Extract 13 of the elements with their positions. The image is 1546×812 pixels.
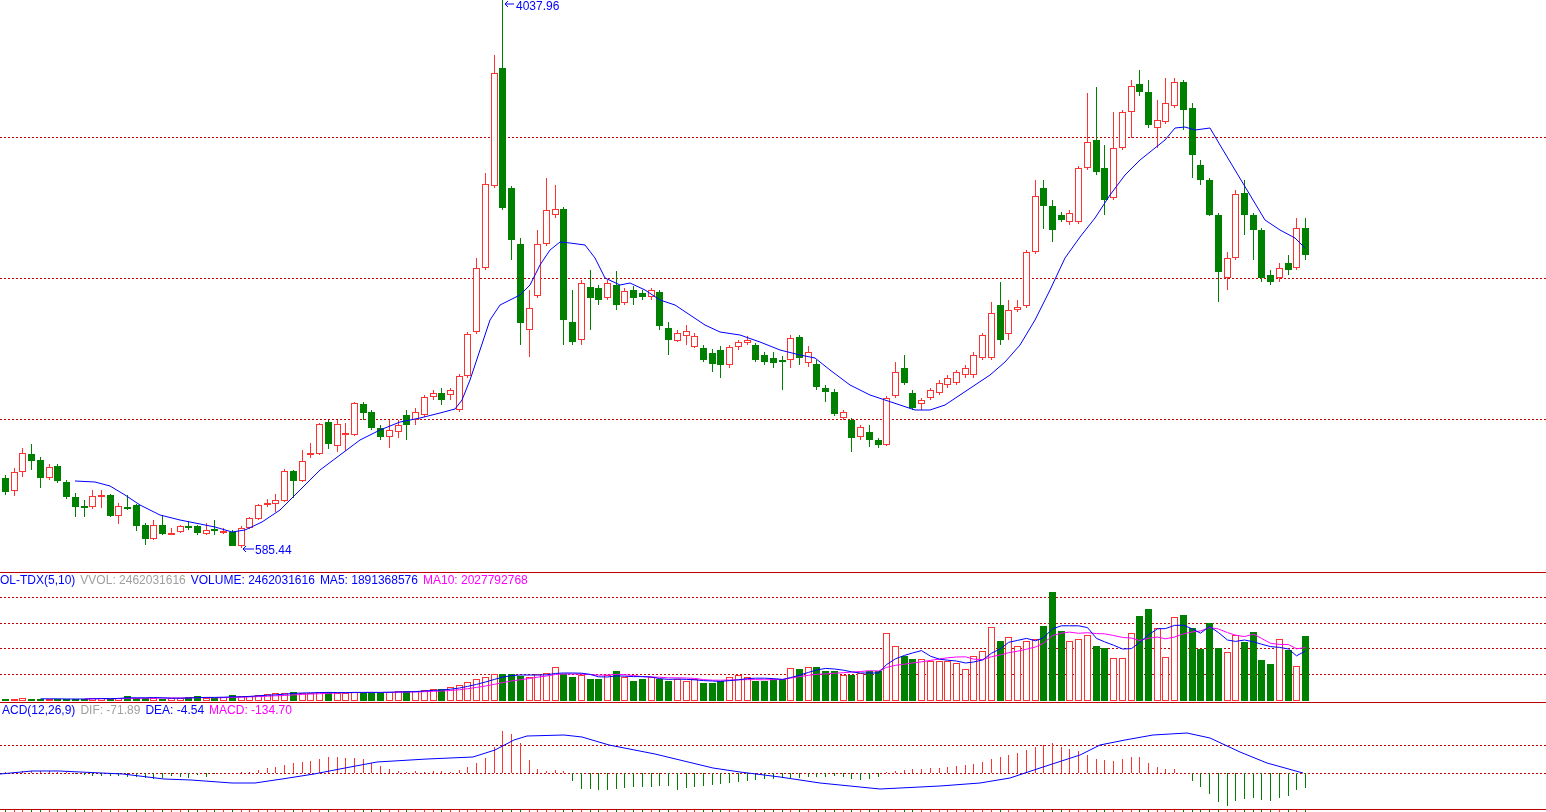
leader-arrow <box>504 0 515 8</box>
legend-label: MA5: 1891368576 <box>319 573 418 587</box>
legend-label: DEA: -4.54 <box>145 703 205 717</box>
leader-arrow <box>242 545 255 553</box>
legend-label: OL-TDX(5,10) <box>0 573 76 587</box>
legend-label: ACD(12,26,9) <box>2 703 76 717</box>
legend-label: VVOL: 2462031616 <box>80 573 186 587</box>
high-price-label: 4037.96 <box>516 0 560 13</box>
legend-label: MA10: 2027792768 <box>422 573 528 587</box>
legend-label: VOLUME: 2462031616 <box>190 573 315 587</box>
legend-label: DIF: -71.89 <box>80 703 141 717</box>
legend-label: MACD: -134.70 <box>209 703 292 717</box>
low-price-label: 585.44 <box>255 543 292 557</box>
